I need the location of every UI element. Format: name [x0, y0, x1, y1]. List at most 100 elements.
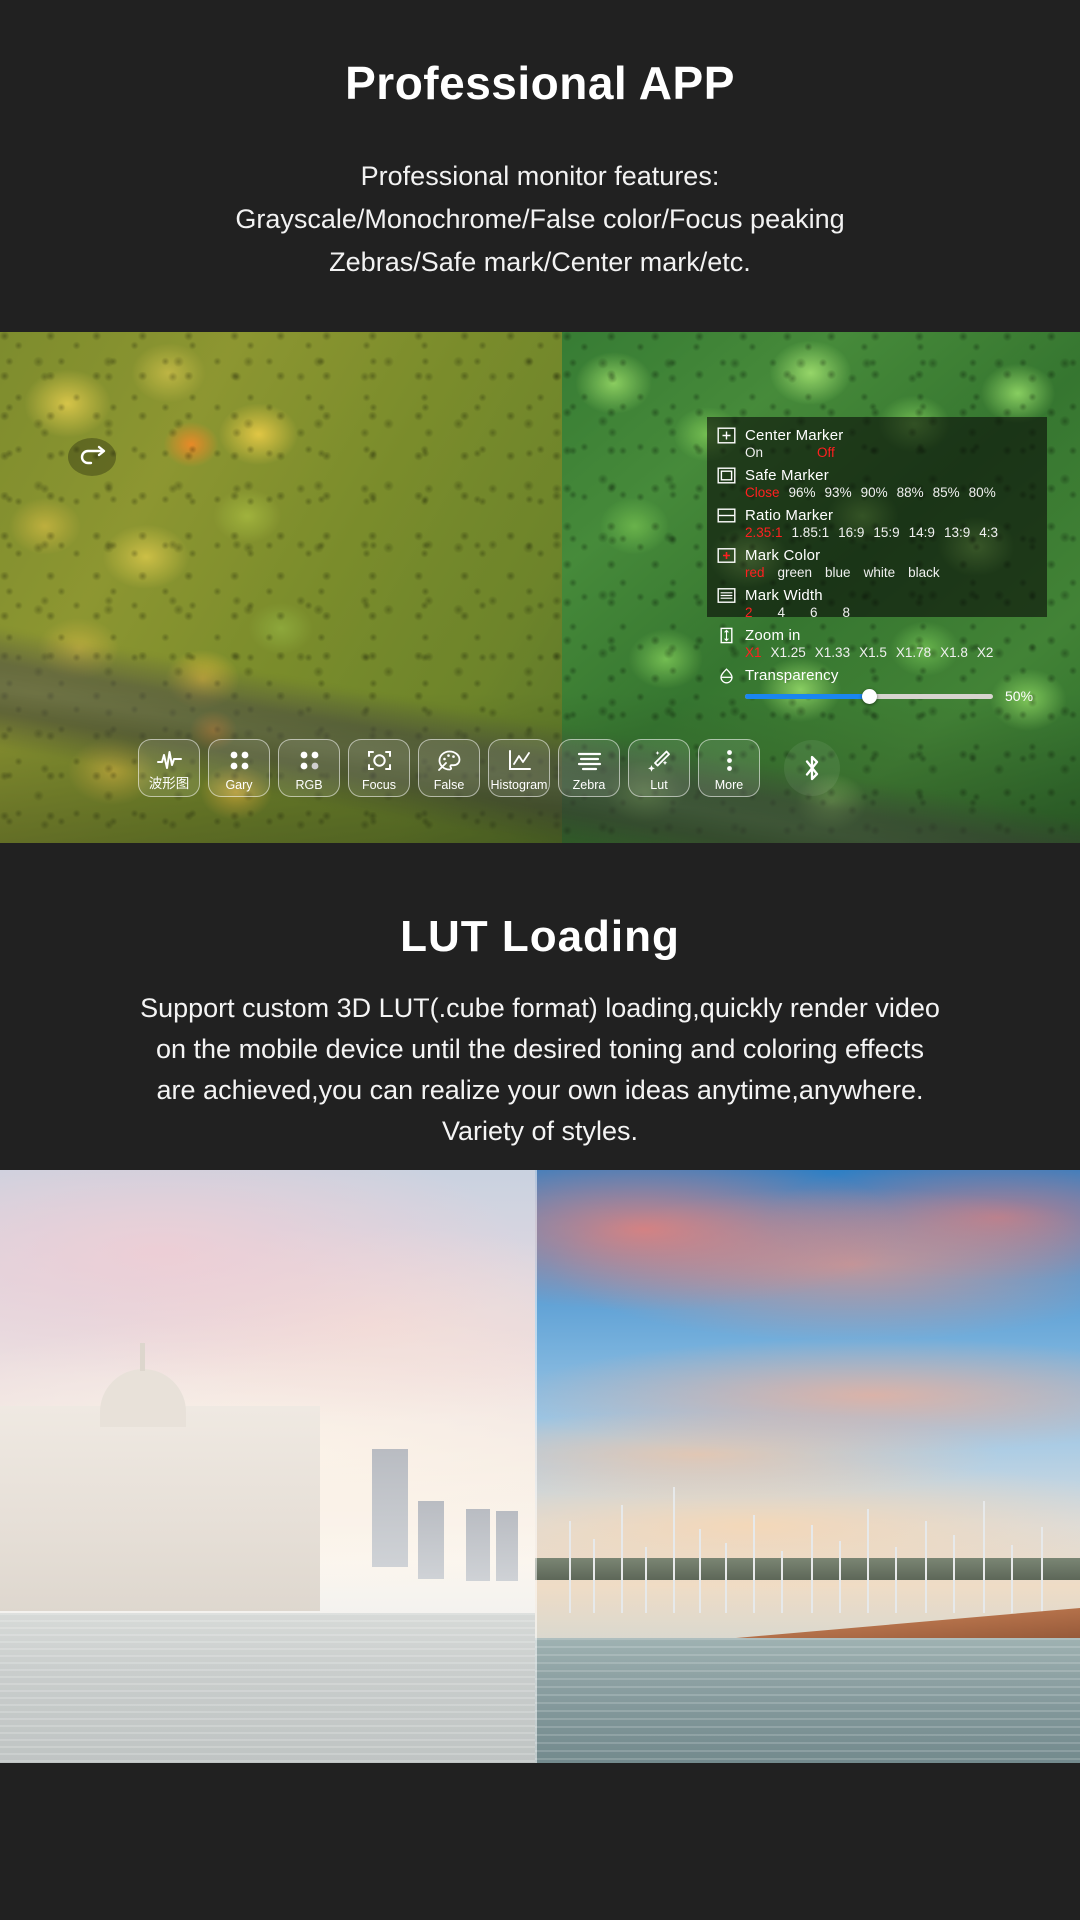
options-center-marker: On Off [717, 445, 1037, 460]
tool-label-gray: Gary [225, 778, 253, 792]
option-ratio-159[interactable]: 15:9 [873, 525, 899, 540]
lut-subtitle-line-4: Variety of styles. [441, 1116, 639, 1146]
histogram-icon [506, 746, 533, 774]
tool-gray[interactable]: Gary [208, 739, 270, 797]
option-color-blue[interactable]: blue [825, 565, 851, 580]
option-color-white[interactable]: white [864, 565, 896, 580]
setting-row-mark-width: Mark Width [717, 587, 1037, 604]
tool-waveform[interactable]: 波形图 [138, 739, 200, 797]
after-masts [535, 1473, 1080, 1613]
page-footer [0, 1763, 1080, 1920]
more-dots-icon [716, 746, 743, 774]
option-ratio-139[interactable]: 13:9 [944, 525, 970, 540]
lut-split-divider [535, 1170, 537, 1763]
option-safe-88[interactable]: 88% [897, 485, 924, 500]
center-marker-icon [717, 427, 736, 444]
tool-bluetooth[interactable] [784, 740, 840, 796]
option-width-2[interactable]: 2 [745, 605, 753, 620]
option-center-off[interactable]: Off [817, 445, 835, 460]
setting-row-zoom-in: Zoom in [717, 627, 1037, 644]
focus-frame-icon [366, 746, 393, 774]
tool-false-color[interactable]: False [418, 739, 480, 797]
option-safe-close[interactable]: Close [745, 485, 780, 500]
setting-row-transparency: Transparency [717, 667, 1037, 684]
page-title: Professional APP [345, 57, 735, 109]
palette-icon [436, 746, 463, 774]
tool-lut[interactable]: Lut [628, 739, 690, 797]
setting-row-center-marker: Center Marker [717, 427, 1037, 444]
option-zoom-x2[interactable]: X2 [977, 645, 994, 660]
option-width-8[interactable]: 8 [843, 605, 851, 620]
tool-focus[interactable]: Focus [348, 739, 410, 797]
setting-label-zoom-in: Zoom in [745, 627, 801, 644]
option-width-6[interactable]: 6 [810, 605, 818, 620]
before-spire [140, 1343, 145, 1371]
before-building [0, 1406, 320, 1611]
tool-label-histogram: Histogram [490, 778, 548, 792]
before-tower-4 [496, 1511, 518, 1581]
lut-subtitle-line-3: are achieved,you can realize your own id… [156, 1075, 924, 1105]
back-button[interactable] [68, 438, 116, 476]
setting-label-mark-width: Mark Width [745, 587, 823, 604]
tool-label-false-color: False [433, 778, 465, 792]
zebra-lines-icon [576, 746, 603, 774]
marker-settings-panel: Center Marker On Off Safe Marker Close 9… [707, 417, 1047, 704]
options-mark-width: 2 4 6 8 [717, 605, 1037, 620]
before-tower-1 [372, 1449, 408, 1567]
rgb-dots-icon [296, 746, 323, 774]
tool-label-zebra: Zebra [572, 778, 606, 792]
tool-zebra[interactable]: Zebra [558, 739, 620, 797]
option-ratio-235[interactable]: 2.35:1 [745, 525, 783, 540]
before-tower-3 [466, 1509, 490, 1581]
option-center-on[interactable]: On [745, 445, 817, 460]
option-color-red[interactable]: red [745, 565, 765, 580]
transparency-slider-row: 50% [717, 688, 1037, 704]
product-page: Professional APP Professional monitor fe… [0, 0, 1080, 1920]
subtitle-line-2: Grayscale/Monochrome/False color/Focus p… [235, 204, 845, 234]
option-safe-96[interactable]: 96% [789, 485, 816, 500]
tool-more[interactable]: More [698, 739, 760, 797]
subtitle-line-1: Professional monitor features: [360, 161, 720, 191]
monitor-tool-bar: 波形图 Gary RGB Focus False Histogram Zebra… [0, 737, 1080, 799]
options-safe-marker: Close 96% 93% 90% 88% 85% 80% [717, 485, 1037, 500]
tool-label-lut: Lut [650, 778, 668, 792]
setting-label-ratio-marker: Ratio Marker [745, 507, 834, 524]
option-ratio-169[interactable]: 16:9 [838, 525, 864, 540]
option-color-black[interactable]: black [908, 565, 940, 580]
option-zoom-x1[interactable]: X1 [745, 645, 762, 660]
option-zoom-x15[interactable]: X1.5 [859, 645, 887, 660]
grayscale-dots-icon [226, 746, 253, 774]
option-safe-93[interactable]: 93% [825, 485, 852, 500]
option-ratio-149[interactable]: 14:9 [909, 525, 935, 540]
setting-label-transparency: Transparency [745, 667, 839, 684]
option-width-4[interactable]: 4 [778, 605, 786, 620]
transparency-slider[interactable] [745, 689, 993, 704]
tool-label-rgb: RGB [295, 778, 323, 792]
lut-title: LUT Loading [400, 912, 680, 961]
option-ratio-43[interactable]: 4:3 [979, 525, 998, 540]
setting-row-safe-marker: Safe Marker [717, 467, 1037, 484]
option-ratio-185[interactable]: 1.85:1 [792, 525, 830, 540]
lut-loading-header: LUT Loading Support custom 3D LUT(.cube … [0, 843, 1080, 1170]
tool-rgb[interactable]: RGB [278, 739, 340, 797]
setting-row-ratio-marker: Ratio Marker [717, 507, 1037, 524]
option-safe-85[interactable]: 85% [933, 485, 960, 500]
before-water [0, 1613, 535, 1763]
option-zoom-x18[interactable]: X1.8 [940, 645, 968, 660]
options-ratio-marker: 2.35:1 1.85:1 16:9 15:9 14:9 13:9 4:3 [717, 525, 1037, 540]
tool-histogram[interactable]: Histogram [488, 739, 550, 797]
tool-label-focus: Focus [361, 778, 397, 792]
after-water [535, 1638, 1080, 1763]
setting-label-mark-color: Mark Color [745, 547, 821, 564]
setting-row-mark-color: Mark Color [717, 547, 1037, 564]
option-color-green[interactable]: green [778, 565, 813, 580]
transparency-slider-fill [745, 693, 869, 699]
option-zoom-x125[interactable]: X1.25 [771, 645, 806, 660]
option-safe-90[interactable]: 90% [861, 485, 888, 500]
transparency-slider-handle[interactable] [862, 689, 877, 704]
option-safe-80[interactable]: 80% [969, 485, 996, 500]
tool-label-waveform: 波形图 [148, 776, 190, 791]
option-zoom-x133[interactable]: X1.33 [815, 645, 850, 660]
setting-label-safe-marker: Safe Marker [745, 467, 829, 484]
option-zoom-x178[interactable]: X1.78 [896, 645, 931, 660]
